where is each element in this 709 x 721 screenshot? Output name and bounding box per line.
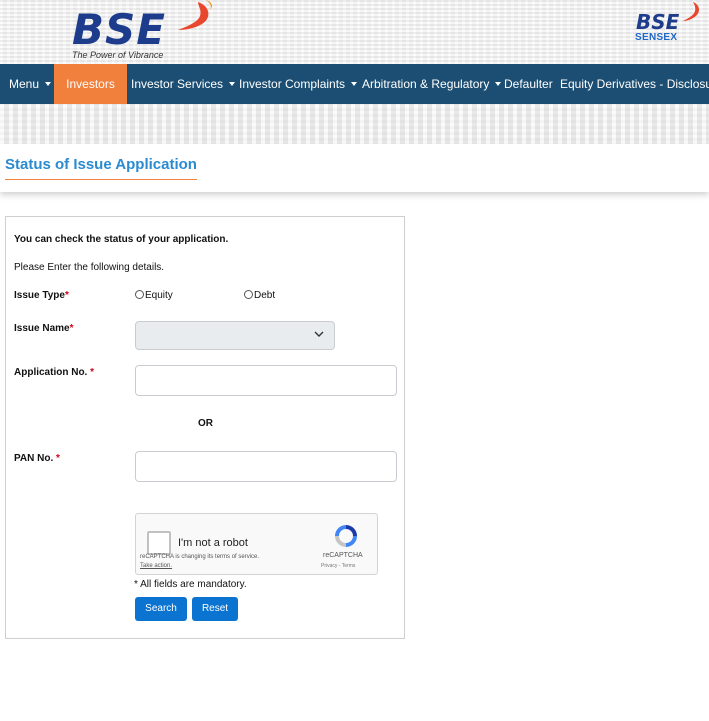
mandatory-note: * All fields are mandatory. bbox=[134, 579, 247, 590]
caret-down-icon bbox=[45, 82, 52, 86]
sensex-logo-text: BSE bbox=[636, 10, 680, 34]
status-form: You can check the status of your applica… bbox=[5, 216, 405, 639]
nav-item-label: Investor Complaints bbox=[239, 77, 346, 91]
form-intro: You can check the status of your applica… bbox=[14, 234, 229, 245]
bse-swoosh-icon bbox=[178, 0, 213, 30]
nav-item-investor-services[interactable]: Investor Services bbox=[131, 64, 236, 104]
recaptcha-checkbox[interactable] bbox=[147, 531, 171, 555]
issue-name-label: Issue Name* bbox=[14, 323, 74, 334]
application-no-input[interactable] bbox=[135, 365, 397, 396]
required-mark: * bbox=[64, 290, 69, 301]
radio-debt[interactable]: Debt bbox=[244, 290, 275, 301]
nav-item-label: Equity Derivatives - Disclosure bbox=[560, 77, 709, 91]
recaptcha-notice: reCAPTCHA is changing its terms of servi… bbox=[140, 554, 260, 560]
pan-label-text: PAN No. bbox=[14, 453, 54, 464]
recaptcha-widget: I'm not a robot reCAPTCHA is changing it… bbox=[135, 513, 378, 575]
nav-item-label: Defaulter bbox=[504, 77, 553, 91]
recaptcha-take-action-link[interactable]: Take action. bbox=[140, 563, 172, 569]
bse-tagline: The Power of Vibrance bbox=[72, 50, 164, 60]
title-bar: Status of Issue Application bbox=[0, 144, 709, 192]
caret-down-icon bbox=[351, 82, 358, 86]
issue-name-label-text: Issue Name bbox=[14, 323, 70, 334]
application-no-label-text: Application No. bbox=[14, 367, 88, 378]
form-instruction: Please Enter the following details. bbox=[14, 262, 165, 273]
nav-item-label: Arbitration & Regulatory bbox=[362, 77, 490, 91]
issue-name-select[interactable] bbox=[135, 321, 335, 350]
nav-item-arbitration[interactable]: Arbitration & Regulatory bbox=[362, 64, 502, 104]
nav-item-equity-derivatives[interactable]: Equity Derivatives - Disclosure bbox=[560, 64, 709, 104]
caret-down-icon bbox=[229, 82, 236, 86]
radio-equity[interactable]: Equity bbox=[135, 290, 173, 301]
chevron-down-icon bbox=[314, 331, 324, 337]
required-mark: * bbox=[90, 367, 95, 378]
reset-button[interactable]: Reset bbox=[192, 597, 238, 621]
caret-down-icon bbox=[495, 82, 502, 86]
nav-item-label: Investors bbox=[66, 77, 115, 91]
site-header: BSE The Power of Vibrance BSE SENSEX bbox=[0, 0, 709, 64]
radio-circle-icon bbox=[244, 290, 253, 299]
nav-item-defaulter[interactable]: Defaulter bbox=[504, 64, 553, 104]
sensex-logo[interactable]: BSE SENSEX bbox=[633, 2, 709, 50]
nav-item-label: Investor Services bbox=[131, 77, 224, 91]
application-no-label: Application No. * bbox=[14, 367, 94, 378]
main-nav: Menu Investors Investor Services Investo… bbox=[0, 64, 709, 104]
nav-item-investor-complaints[interactable]: Investor Complaints bbox=[239, 64, 358, 104]
recaptcha-brand: reCAPTCHA bbox=[323, 552, 363, 559]
nav-item-investors[interactable]: Investors bbox=[54, 64, 127, 104]
issue-type-label-text: Issue Type bbox=[14, 290, 65, 301]
radio-debt-label: Debt bbox=[254, 290, 276, 301]
required-mark: * bbox=[56, 453, 60, 464]
sensex-swoosh-icon bbox=[683, 2, 699, 21]
page-title: Status of Issue Application bbox=[5, 156, 197, 180]
radio-circle-icon bbox=[135, 290, 144, 299]
required-mark: * bbox=[69, 323, 74, 334]
search-button[interactable]: Search bbox=[135, 597, 187, 621]
recaptcha-privacy-terms[interactable]: Privacy - Terms bbox=[321, 563, 355, 569]
pan-label: PAN No. * bbox=[14, 453, 60, 464]
radio-equity-label: Equity bbox=[145, 290, 173, 301]
bse-logo-text: BSE bbox=[72, 5, 166, 54]
nav-item-menu[interactable]: Menu bbox=[9, 64, 52, 104]
bse-logo[interactable]: BSE The Power of Vibrance bbox=[72, 0, 222, 62]
issue-type-label: Issue Type* bbox=[14, 290, 69, 301]
nav-item-label: Menu bbox=[9, 77, 40, 91]
recaptcha-label: I'm not a robot bbox=[178, 537, 248, 549]
or-separator: OR bbox=[198, 418, 213, 429]
sensex-logo-sub: SENSEX bbox=[635, 32, 678, 43]
banner-strip bbox=[0, 104, 709, 144]
recaptcha-icon bbox=[335, 525, 357, 547]
pan-input[interactable] bbox=[135, 451, 397, 482]
